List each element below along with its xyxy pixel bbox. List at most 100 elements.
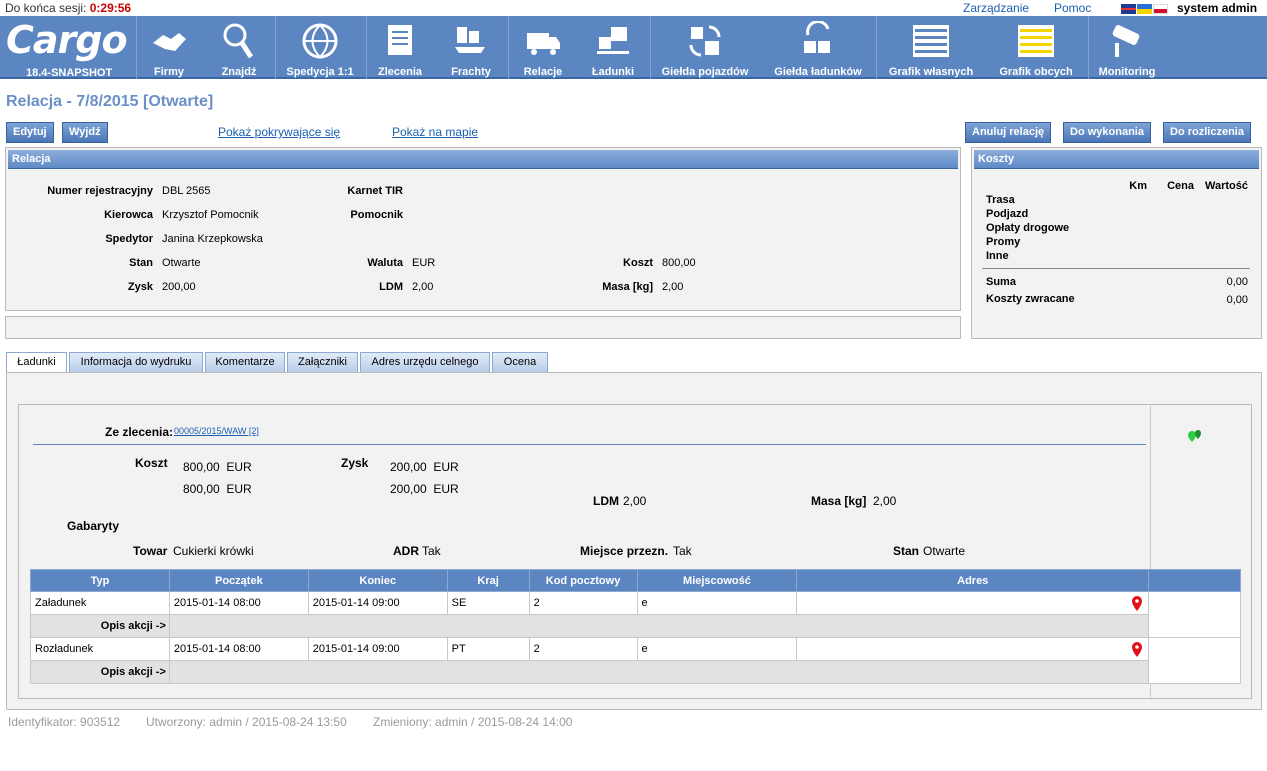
to-settle-button[interactable]: Do rozliczenia [1163,122,1251,143]
map-markers-icon[interactable] [1187,429,1203,445]
action-description-row: Opis akcji -> [30,614,1241,638]
cargo-boxes-icon [597,27,629,54]
load-state-label: Stan [893,544,920,558]
cost-row-label: Promy [986,236,1021,248]
nav-divider [136,16,137,79]
action-description-cell [168,614,1150,638]
load-ldm-label: LDM [593,494,619,508]
nav-divider [275,16,276,79]
app-logo[interactable]: Cargo 18.4-SNAPSHOT [4,18,134,79]
destination-label: Miejsce przezn. [580,544,669,558]
nav-ladunki[interactable]: Ładunki [582,16,644,79]
action-description-label[interactable]: Opis akcji -> [30,660,170,684]
created-info: Utworzony: admin / 2015-08-24 13:50 [146,715,347,729]
map-pin-icon[interactable] [1132,596,1143,611]
help-link[interactable]: Pomoc [1054,1,1091,15]
freight-cart-icon [455,27,485,53]
driver-value: Krzysztof Pomocnik [162,209,259,221]
nav-divider [876,16,877,79]
cost-row-label: Trasa [986,194,1015,206]
manage-link[interactable]: Zarządzanie [963,1,1029,15]
col-type: Typ [30,569,170,592]
record-id: Identyfikator: 903512 [8,715,121,729]
actions-table: Typ Początek Koniec Kraj Kod pocztowy Mi… [30,569,1241,684]
destination-value: Tak [673,544,692,558]
page-title: Relacja - 7/8/2015 [Otwarte] [6,93,214,110]
load-mass-value: 2,00 [873,494,897,508]
nav-monitoring[interactable]: Monitoring [1092,16,1162,79]
cell-zip: 2 [528,591,638,615]
tab-content: Ze zlecenia: 00005/2015/WAW [2] Koszt 80… [6,372,1262,710]
cost-row-label: Inne [986,250,1009,262]
cell-country: PT [446,637,530,661]
state-label: Stan [129,257,153,269]
flag-pl-icon[interactable] [1153,4,1168,14]
edit-button[interactable]: Edytuj [6,122,54,143]
to-execute-button[interactable]: Do wykonania [1063,122,1151,143]
cancel-relation-button[interactable]: Anuluj relację [965,122,1052,143]
cell-start: 2015-01-14 08:00 [168,591,309,615]
costs-divider [982,268,1250,269]
load-cost-value: 800,00 EUR [183,460,252,474]
cell-country: SE [446,591,530,615]
cell-city: e [636,637,798,661]
cell-address [796,637,1150,661]
cell-start: 2015-01-14 08:00 [168,637,309,661]
forwarder-value: Janina Krzepkowska [162,233,263,245]
nav-gielda-pojazdow[interactable]: Giełda pojazdów [656,16,754,79]
nav-gielda-ladunkow[interactable]: Giełda ładunków [768,16,868,79]
goods-value: Cukierki krówki [173,544,254,558]
flag-ua-icon[interactable] [1137,4,1152,14]
nav-frachty[interactable]: Frachty [440,16,502,79]
load-profit-value: 200,00 EUR [390,460,459,474]
refund-label: Koszty zwracane [986,293,1075,305]
order-label: Ze zlecenia: [105,425,174,439]
handshake-icon [153,33,186,51]
cost-label: Koszt [623,257,653,269]
table-row[interactable]: Załadunek 2015-01-14 08:00 2015-01-14 09… [30,591,1241,638]
show-overlapping-link[interactable]: Pokaż pokrywające się [218,125,340,139]
nav-grafik-obcych[interactable]: Grafik obcych [990,16,1082,79]
col-country: Kraj [446,569,530,592]
map-pin-icon[interactable] [1132,642,1143,657]
tab-print-info[interactable]: Informacja do wydruku [69,352,203,373]
action-description-row: Opis akcji -> [30,660,1241,684]
col-extra [1148,569,1241,592]
mass-label: Masa [kg] [602,281,653,293]
session-timer: Do końca sesji: 0:29:56 [5,1,132,15]
nav-relacje[interactable]: Relacje [512,16,574,79]
tab-ladunki[interactable]: Ładunki [6,352,67,374]
nav-znajdz[interactable]: Znajdź [210,16,268,79]
refund-value: 0,00 [1226,294,1248,306]
tir-label: Karnet TIR [347,185,403,197]
cell-type: Rozładunek [30,637,170,661]
tab-attachments[interactable]: Załączniki [287,352,358,373]
nav-divider [508,16,509,79]
version-label: 18.4-SNAPSHOT [26,67,113,79]
flag-en-icon[interactable] [1121,4,1136,14]
nav-grafik-wlasnych[interactable]: Grafik własnych [880,16,982,79]
action-description-label[interactable]: Opis akcji -> [30,614,170,638]
tab-rating[interactable]: Ocena [492,352,548,373]
show-on-map-link[interactable]: Pokaż na mapie [392,125,478,139]
tab-comments[interactable]: Komentarze [205,352,285,373]
exit-button[interactable]: Wyjdź [62,122,108,143]
mass-value: 2,00 [662,281,684,293]
nav-divider [650,16,651,79]
ldm-value: 2,00 [412,281,434,293]
nav-zlecenia[interactable]: Zlecenia [370,16,430,79]
nav-divider [1088,16,1089,79]
order-link[interactable]: 00005/2015/WAW [2] [174,426,259,436]
camera-icon [1112,25,1140,57]
nav-spedycja[interactable]: Spedycja 1:1 [280,16,360,79]
table-row[interactable]: Rozładunek 2015-01-14 08:00 2015-01-14 0… [30,637,1241,684]
sum-value: 0,00 [1226,276,1248,288]
magnifier-icon [223,23,254,59]
goods-label: Towar [133,544,168,558]
forwarder-label: Spedytor [105,233,153,245]
value-col-header: Wartość [1205,180,1248,192]
cell-extra [1148,591,1241,638]
language-flags [1121,3,1169,14]
tab-customs-address[interactable]: Adres urzędu celnego [360,352,490,373]
nav-firmy[interactable]: Firmy [140,16,198,79]
